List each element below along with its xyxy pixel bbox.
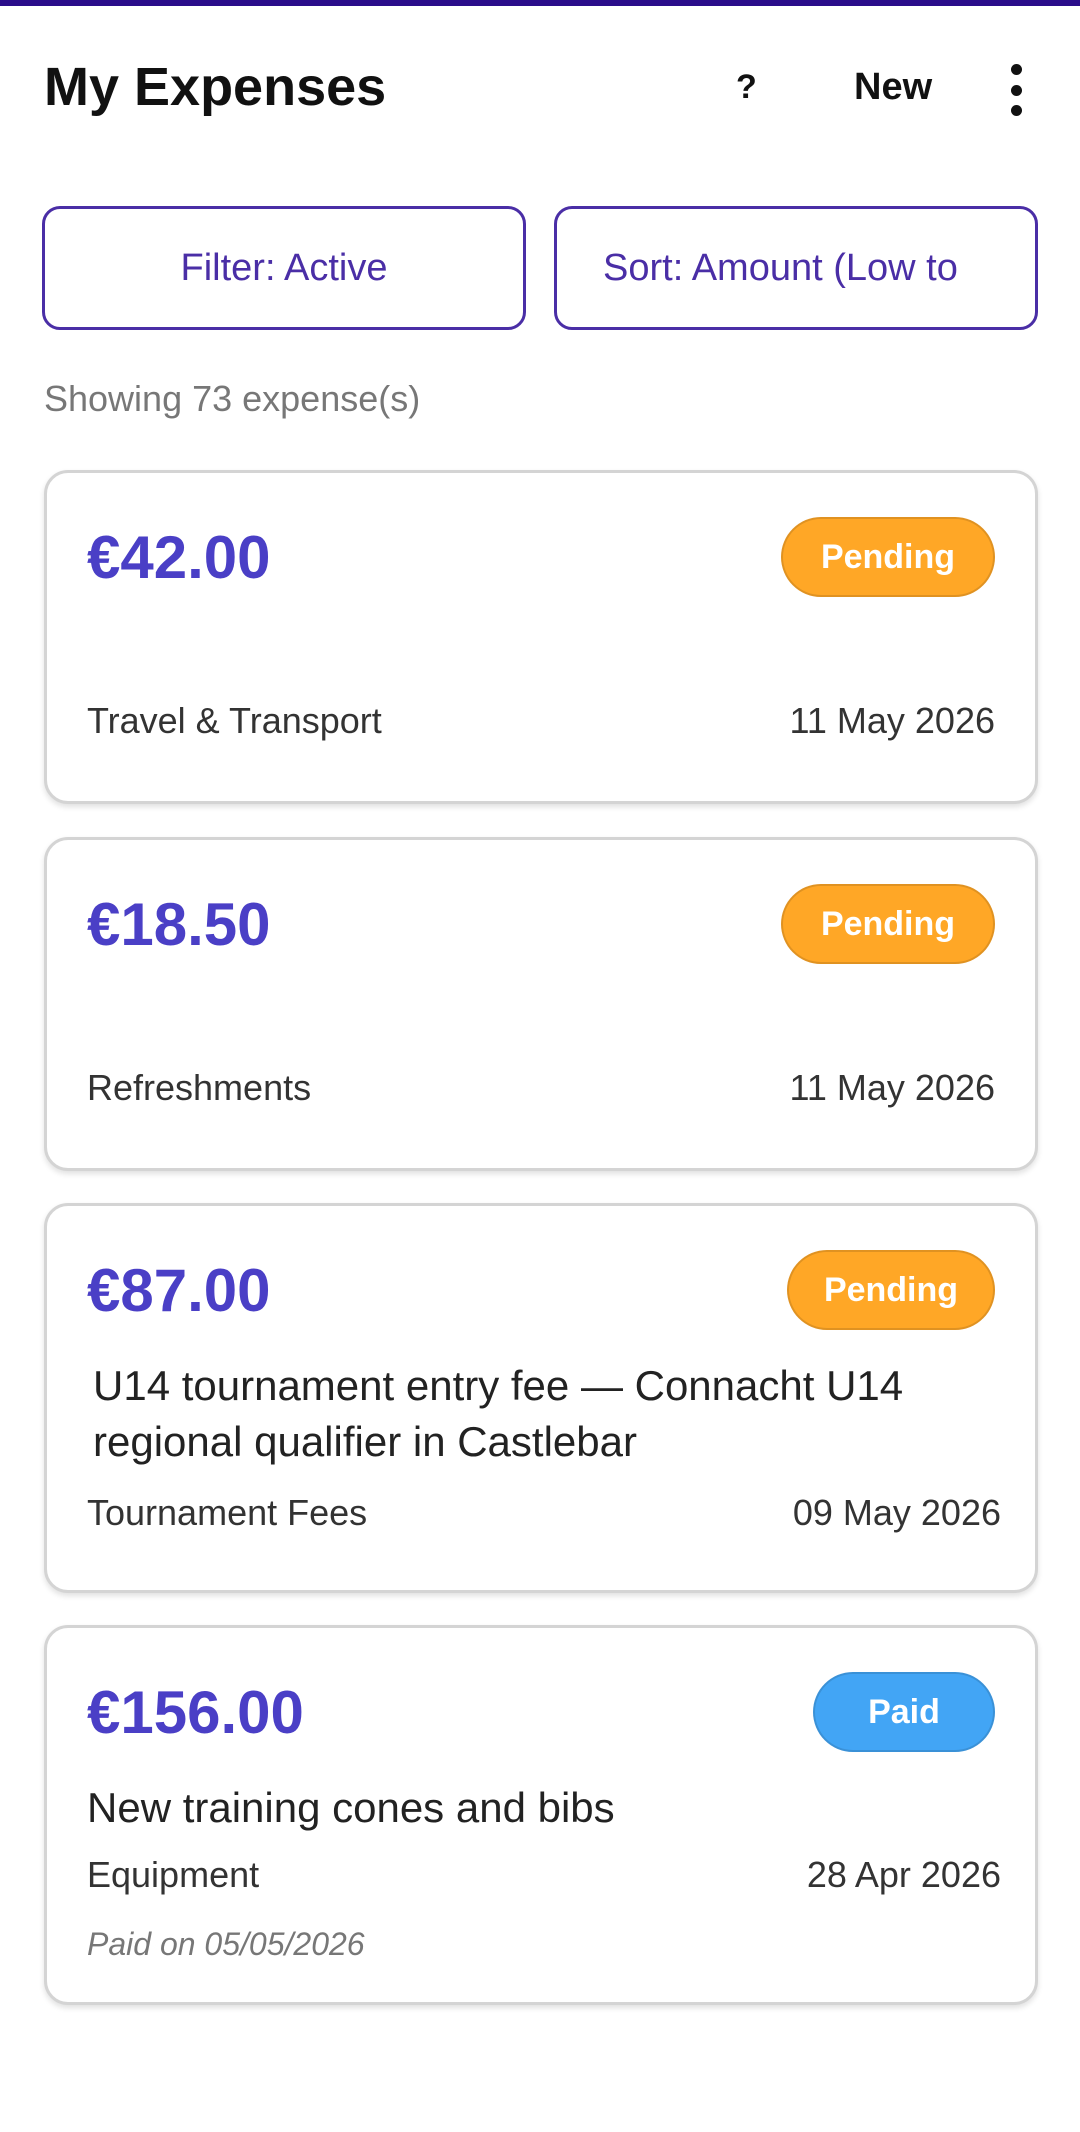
expense-category: Refreshments xyxy=(87,1067,312,1108)
expense-date: 09 May 2026 xyxy=(792,1492,1001,1533)
expense-date: 28 Apr 2026 xyxy=(806,1854,1001,1895)
filter-button[interactable]: Filter: Active xyxy=(42,206,526,330)
expense-card[interactable]: €156.00 Paid New training cones and bibs… xyxy=(44,1625,1038,2005)
expense-category: Travel & Transport xyxy=(87,700,382,741)
more-vertical-icon[interactable] xyxy=(1004,64,1028,116)
sort-button[interactable]: Sort: Amount (Low to xyxy=(554,206,1038,330)
expense-category: Tournament Fees xyxy=(87,1492,368,1533)
more-dot xyxy=(1010,84,1022,96)
expense-description: U14 tournament entry fee — Connacht U14 … xyxy=(93,1362,904,1465)
help-button[interactable]: ? xyxy=(736,68,757,107)
status-badge: Pending xyxy=(781,884,995,964)
expense-description: New training cones and bibs xyxy=(87,1784,615,1831)
paid-on-text: Paid on 05/05/2026 xyxy=(87,1926,365,1962)
more-dot xyxy=(1010,105,1022,116)
app-header: My Expenses ? New xyxy=(0,6,1080,166)
status-badge: Pending xyxy=(787,1250,995,1330)
expense-card[interactable]: €18.50 Pending Refreshments 11 May 2026 xyxy=(44,837,1038,1171)
expense-card[interactable]: €87.00 Pending U14 tournament entry fee … xyxy=(44,1203,1038,1593)
status-badge: Pending xyxy=(781,517,995,597)
new-expense-button[interactable]: New xyxy=(854,66,932,109)
expense-amount: €87.00 xyxy=(87,1257,271,1324)
expense-date: 11 May 2026 xyxy=(789,700,995,741)
status-badge: Paid xyxy=(813,1672,995,1752)
expense-count: Showing 73 expense(s) xyxy=(44,378,421,419)
expense-amount: €156.00 xyxy=(87,1679,304,1746)
expense-date: 11 May 2026 xyxy=(789,1067,995,1108)
expense-amount: €18.50 xyxy=(87,891,271,958)
expense-amount: €42.00 xyxy=(87,524,271,591)
expense-category: Equipment xyxy=(87,1854,260,1895)
expense-card[interactable]: €42.00 Pending Travel & Transport 11 May… xyxy=(44,470,1038,804)
more-dot xyxy=(1010,64,1022,75)
page-title: My Expenses xyxy=(44,57,387,117)
